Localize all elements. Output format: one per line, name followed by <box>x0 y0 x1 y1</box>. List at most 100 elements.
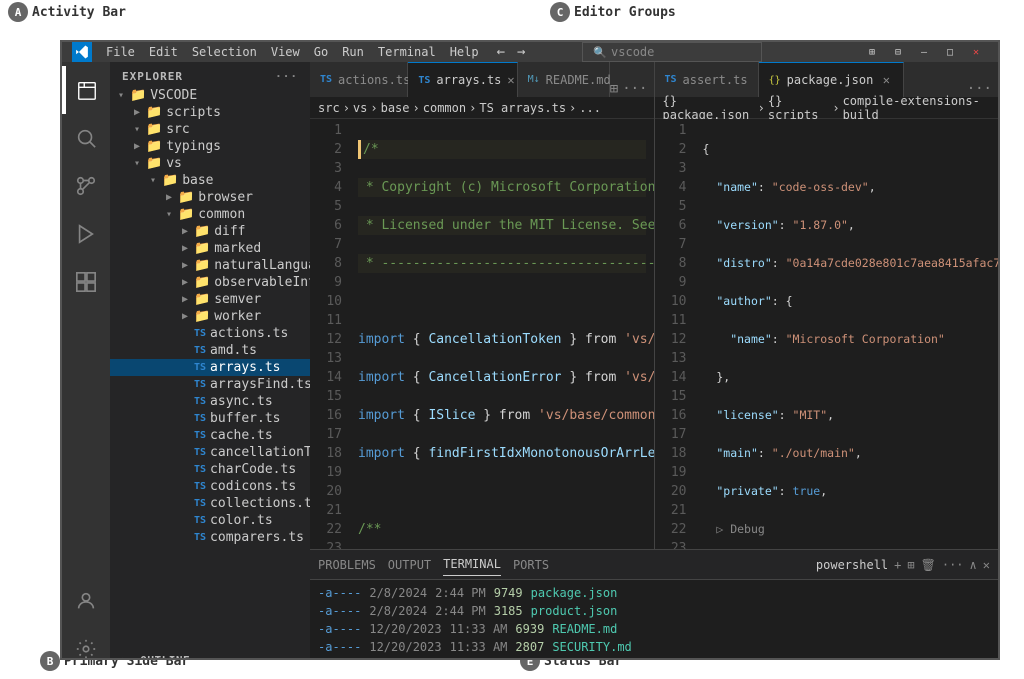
tree-item[interactable]: ▶ 📁 diff <box>110 223 310 240</box>
split-editor-icon[interactable]: ⊞ <box>610 81 618 97</box>
tree-item[interactable]: ▶ TS arraysFind.ts <box>110 376 310 393</box>
tree-item[interactable]: ▶ 📁 browser <box>110 189 310 206</box>
activity-source-control[interactable] <box>62 162 110 210</box>
tree-root[interactable]: ▾ 📁 VSCODE <box>110 87 310 104</box>
tab-close-arrays[interactable]: ✕ <box>507 73 514 87</box>
activity-debug[interactable] <box>62 210 110 258</box>
panel-tab-output[interactable]: OUTPUT <box>388 554 431 576</box>
app-container: A Activity Bar C Editor Groups B Primary… <box>0 0 1024 679</box>
code-content-2[interactable]: { "name": "code-oss-dev", "version": "1.… <box>695 119 999 549</box>
menu-help[interactable]: Help <box>444 43 485 61</box>
terminal-row: -a---- 2/8/2024 2:44 PM 9749 package.jso… <box>318 584 990 602</box>
tree-item[interactable]: ▶ 📁 marked <box>110 240 310 257</box>
tree-item-amd[interactable]: ▶ TS amd.ts <box>110 342 310 359</box>
tree-item[interactable]: ▶ TS color.ts <box>110 512 310 529</box>
maximize-btn[interactable]: □ <box>938 42 962 62</box>
tree-item[interactable]: ▶ TS comparers.ts <box>110 529 310 546</box>
tree-item[interactable]: ▶ 📁 semver <box>110 291 310 308</box>
tree-item-actions[interactable]: ▶ TS actions.ts <box>110 325 310 342</box>
tree-item[interactable]: ▶ TS cache.ts <box>110 427 310 444</box>
maximize-panel-btn[interactable]: ∧ <box>970 558 977 572</box>
sidebar-menu-btn[interactable]: ··· <box>275 70 298 83</box>
code-editor-1[interactable]: 12345 678910 1112131415 1617181920 21222… <box>310 119 654 549</box>
terminal-content[interactable]: -a---- 2/8/2024 2:44 PM 9749 package.jso… <box>310 580 998 660</box>
tree-item[interactable]: ▶ 📁 scripts <box>110 104 310 121</box>
tree-item[interactable]: ▶ 📁 observableInternal <box>110 274 310 291</box>
code-editor-2[interactable]: 12345 678910 1112131415 1617181920 21222… <box>655 119 999 549</box>
terminal-row: -a---- 2/8/2024 2:44 PM 3185 product.jso… <box>318 602 990 620</box>
terminal-row: -a---- 12/20/2023 11:33 AM 6939 README.m… <box>318 620 990 638</box>
tab-package-json[interactable]: {} package.json ✕ <box>759 62 905 97</box>
window-controls: ⊞ ⊟ — □ ✕ <box>860 42 988 62</box>
menu-go[interactable]: Go <box>308 43 334 61</box>
trash-terminal-btn[interactable]: 🗑 <box>921 558 936 572</box>
activity-settings[interactable] <box>62 625 110 660</box>
tree-item[interactable]: ▾ 📁 base <box>110 172 310 189</box>
nav-back[interactable]: ← <box>493 44 509 60</box>
tree-item[interactable]: ▶ 📁 naturalLanguage <box>110 257 310 274</box>
tree-item[interactable]: ▾ 📁 vs <box>110 155 310 172</box>
layout-btn[interactable]: ⊞ <box>860 42 884 62</box>
menu-view[interactable]: View <box>265 43 306 61</box>
title-bar: File Edit Selection View Go Run Terminal… <box>62 42 998 62</box>
editor-group-1: TS actions.ts TS arrays.ts ✕ M↓ <box>310 62 654 549</box>
sidebar-tree: ▾ 📁 VSCODE ▶ 📁 scripts ▾ <box>110 87 310 650</box>
nav-buttons: ← → <box>493 44 530 60</box>
menu-terminal[interactable]: Terminal <box>372 43 442 61</box>
tab-arrays-ts[interactable]: TS arrays.ts ✕ <box>408 62 517 97</box>
close-panel-btn[interactable]: ✕ <box>983 558 990 572</box>
panel-actions: powershell + ⊞ 🗑 ··· ∧ ✕ <box>816 558 990 572</box>
menu-edit[interactable]: Edit <box>143 43 184 61</box>
tree-item[interactable]: ▶ TS cancellationToken.ts <box>110 444 310 461</box>
annotation-c: C Editor Groups <box>550 2 676 22</box>
menu-selection[interactable]: Selection <box>186 43 263 61</box>
tree-item[interactable]: ▾ 📁 common <box>110 206 310 223</box>
tab-actions-ts[interactable]: TS actions.ts <box>310 62 408 97</box>
sidebar-section-outline[interactable]: ▶ OUTLINE <box>110 650 310 660</box>
menu-bar: File Edit Selection View Go Run Terminal… <box>100 43 485 61</box>
panel-tab-problems[interactable]: PROBLEMS <box>318 554 376 576</box>
line-numbers-1: 12345 678910 1112131415 1617181920 21222… <box>310 119 350 549</box>
menu-run[interactable]: Run <box>336 43 370 61</box>
split-terminal-btn[interactable]: ⊞ <box>907 558 914 572</box>
activity-extensions[interactable] <box>62 258 110 306</box>
activity-bar: VS <box>62 62 110 660</box>
close-btn[interactable]: ✕ <box>964 42 988 62</box>
tree-item[interactable]: ▶ 📁 typings <box>110 138 310 155</box>
new-terminal-btn[interactable]: + <box>894 558 901 572</box>
minimize-btn[interactable]: — <box>912 42 936 62</box>
split-btn[interactable]: ⊟ <box>886 42 910 62</box>
menu-file[interactable]: File <box>100 43 141 61</box>
activity-bottom: VS <box>62 577 110 660</box>
more-actions-icon[interactable]: ··· <box>622 81 647 97</box>
tree-item[interactable]: ▶ 📁 worker <box>110 308 310 325</box>
breadcrumb-2: {} package.json › {} scripts › compile-e… <box>655 97 999 119</box>
panel-tab-terminal[interactable]: TERMINAL <box>443 553 501 576</box>
code-content-1[interactable]: /* * Copyright (c) Microsoft Corporation… <box>350 119 654 549</box>
activity-search[interactable] <box>62 114 110 162</box>
terminal-row: -a---- 2/8/2024 2:44 PM 147681 ThirdPart… <box>318 656 990 660</box>
sidebar-header: EXPLORER ··· <box>110 62 310 87</box>
tab-close-package[interactable]: ✕ <box>879 73 893 87</box>
tab-bar-1: TS actions.ts TS arrays.ts ✕ M↓ <box>310 62 654 97</box>
tree-item[interactable]: ▾ 📁 src <box>110 121 310 138</box>
line-numbers-2: 12345 678910 1112131415 1617181920 21222… <box>655 119 695 549</box>
tree-item[interactable]: ▶ TS collections.ts <box>110 495 310 512</box>
tab-readme-md[interactable]: M↓ README.md <box>518 62 610 97</box>
vscode-logo <box>72 42 92 62</box>
tab-assert-ts[interactable]: TS assert.ts <box>655 62 759 97</box>
activity-explorer[interactable] <box>62 66 110 114</box>
nav-forward[interactable]: → <box>513 44 529 60</box>
activity-account[interactable] <box>62 577 110 625</box>
tree-item[interactable]: ▶ TS async.ts <box>110 393 310 410</box>
panel: PROBLEMS OUTPUT TERMINAL PORTS powershel… <box>310 549 998 660</box>
panel-tab-ports[interactable]: PORTS <box>513 554 549 576</box>
tree-item[interactable]: ▶ TS charCode.ts <box>110 461 310 478</box>
more-terminal-btn[interactable]: ··· <box>942 558 964 572</box>
tree-item-arrays[interactable]: ▶ TS arrays.ts <box>110 359 310 376</box>
tree-item[interactable]: ▶ TS buffer.ts <box>110 410 310 427</box>
search-bar[interactable]: 🔍 vscode <box>582 42 762 62</box>
tree-item[interactable]: ▶ TS codicons.ts <box>110 478 310 495</box>
editor-group-2: TS assert.ts {} package.json ✕ ··· <box>654 62 999 549</box>
annotation-a: A Activity Bar <box>8 2 126 22</box>
